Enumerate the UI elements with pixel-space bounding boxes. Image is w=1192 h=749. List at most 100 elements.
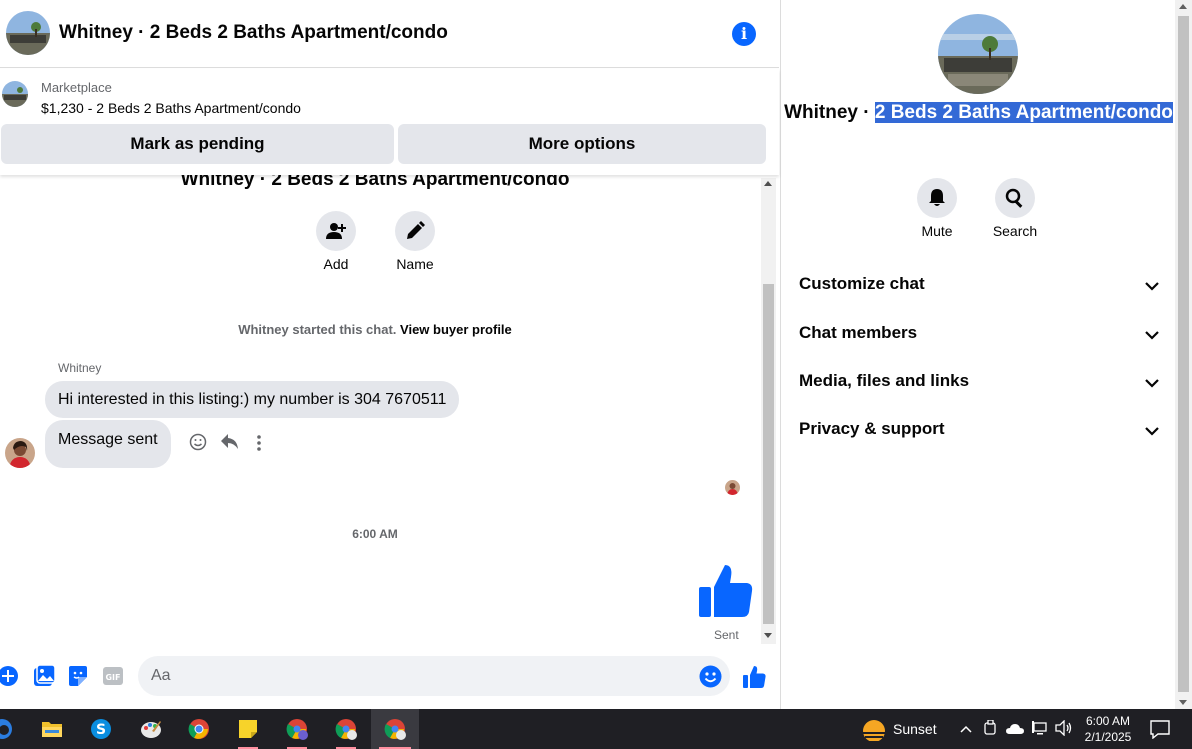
- like-button-icon[interactable]: [742, 665, 766, 694]
- taskbar-chrome-profile-3-active[interactable]: [371, 709, 419, 749]
- more-options-button[interactable]: More options: [398, 124, 766, 164]
- plus-icon[interactable]: [0, 665, 20, 692]
- windows-taskbar: S Sunset 6:00 AM 2/1/2025: [0, 709, 1192, 749]
- listing-price-title[interactable]: $1,230 - 2 Beds 2 Baths Apartment/condo: [41, 100, 301, 116]
- message-timestamp: 6:00 AM: [352, 527, 398, 541]
- teams-meet-icon[interactable]: [984, 719, 998, 741]
- search-label: Search: [992, 223, 1038, 239]
- panel-title: Whitney · 2 Beds 2 Baths Apartment/condo: [781, 102, 1176, 124]
- weather-label: Sunset: [893, 721, 937, 737]
- search-button[interactable]: [995, 178, 1035, 218]
- taskbar-file-explorer[interactable]: [28, 709, 76, 749]
- chrome-icon: [335, 719, 357, 740]
- thread-scrollbar[interactable]: [761, 178, 776, 644]
- network-icon[interactable]: [1031, 720, 1047, 741]
- add-people-button[interactable]: [316, 211, 356, 251]
- page-scroll-down-arrow[interactable]: [1179, 700, 1187, 705]
- clock-time: 6:00 AM: [1085, 714, 1131, 728]
- sunset-icon: [862, 720, 886, 742]
- section-media-files-links[interactable]: Media, files and links: [799, 367, 1161, 397]
- add-label: Add: [323, 256, 349, 272]
- view-buyer-profile-link[interactable]: View buyer profile: [400, 322, 512, 337]
- notification-center-icon[interactable]: [1150, 719, 1170, 744]
- chrome-icon: [384, 719, 406, 740]
- page-scroll-up-arrow[interactable]: [1179, 4, 1187, 9]
- seen-by-avatar: [725, 480, 740, 495]
- chrome-icon: [286, 719, 308, 740]
- name-label: Name: [396, 256, 434, 272]
- message-bubble[interactable]: Hi interested in this listing:) my numbe…: [45, 381, 460, 418]
- chat-header: Whitney · 2 Beds 2 Baths Apartment/condo…: [0, 0, 779, 68]
- mark-as-pending-button[interactable]: Mark as pending: [1, 124, 394, 164]
- sender-name: Whitney: [58, 361, 102, 375]
- section-customize-chat[interactable]: Customize chat: [799, 270, 1161, 300]
- taskbar-sticky-notes[interactable]: [224, 709, 272, 749]
- volume-icon[interactable]: [1055, 719, 1073, 741]
- section-chat-members[interactable]: Chat members: [799, 319, 1161, 349]
- taskbar-edge-app[interactable]: [0, 709, 26, 749]
- marketplace-bar: Marketplace $1,230 - 2 Beds 2 Baths Apar…: [0, 69, 779, 175]
- chevron-down-icon: [1145, 375, 1159, 393]
- listing-thumbnail[interactable]: [2, 81, 28, 107]
- taskbar-paint[interactable]: [127, 709, 175, 749]
- more-icon[interactable]: [256, 435, 262, 456]
- sent-status: Sent: [714, 628, 739, 642]
- name-chat-button[interactable]: [395, 211, 435, 251]
- taskbar-chrome-profile-2[interactable]: [322, 709, 370, 749]
- paint-palette-icon: [141, 721, 161, 738]
- search-icon: [1005, 188, 1023, 208]
- taskbar-chrome[interactable]: [175, 709, 223, 749]
- pencil-icon: [407, 221, 425, 239]
- scroll-thumb[interactable]: [763, 284, 774, 624]
- svg-text:GIF: GIF: [105, 673, 120, 682]
- section-label: Media, files and links: [799, 371, 970, 390]
- sender-avatar[interactable]: [5, 438, 35, 468]
- taskbar-skype[interactable]: S: [77, 709, 125, 749]
- taskbar-chrome-profile-1[interactable]: [273, 709, 321, 749]
- listing-avatar[interactable]: [6, 11, 50, 55]
- thumbs-up-sticker-icon[interactable]: [697, 563, 753, 624]
- chat-title[interactable]: Whitney · 2 Beds 2 Baths Apartment/condo: [59, 22, 448, 44]
- weather-widget[interactable]: Sunset: [860, 717, 937, 742]
- info-icon[interactable]: i: [732, 22, 756, 46]
- onedrive-icon[interactable]: [1006, 722, 1024, 740]
- chat-pane: Whitney · 2 Beds 2 Baths Apartment/condo…: [0, 0, 779, 709]
- sticky-notes-icon: [239, 720, 257, 738]
- scroll-up-arrow[interactable]: [764, 181, 772, 186]
- clock-date: 2/1/2025: [1084, 730, 1132, 744]
- message-input[interactable]: [138, 656, 730, 696]
- folder-icon: [42, 722, 62, 737]
- react-icon[interactable]: [189, 433, 207, 456]
- mute-button[interactable]: [917, 178, 957, 218]
- gif-icon[interactable]: GIF: [102, 665, 124, 692]
- section-label: Privacy & support: [799, 419, 945, 438]
- chat-started-notice: Whitney started this chat. View buyer pr…: [0, 322, 750, 337]
- composer: GIF: [0, 649, 779, 705]
- photo-icon[interactable]: [33, 664, 56, 692]
- started-text: Whitney started this chat.: [238, 322, 397, 337]
- clock[interactable]: 6:00 AM 2/1/2025: [1078, 713, 1138, 745]
- section-privacy-support[interactable]: Privacy & support: [799, 415, 1161, 445]
- message-bubble[interactable]: Message sent: [45, 420, 171, 468]
- mute-label: Mute: [921, 223, 953, 239]
- chat-info-panel: Whitney · 2 Beds 2 Baths Apartment/condo…: [780, 0, 1175, 709]
- chevron-up-icon[interactable]: [959, 722, 973, 741]
- svg-text:S: S: [96, 722, 106, 738]
- scroll-down-arrow[interactable]: [764, 633, 772, 638]
- emoji-icon[interactable]: [699, 665, 722, 693]
- page-scroll-thumb[interactable]: [1178, 16, 1189, 692]
- message-thread: Whitney · 2 Beds 2 Baths Apartment/condo…: [0, 175, 760, 645]
- section-label: Customize chat: [799, 274, 925, 293]
- page-scrollbar[interactable]: [1175, 0, 1192, 709]
- skype-icon: S: [91, 719, 111, 739]
- reply-icon[interactable]: [220, 433, 239, 455]
- section-label: Chat members: [799, 323, 918, 342]
- bell-icon: [929, 189, 945, 206]
- app-icon: [0, 719, 12, 739]
- sticker-icon[interactable]: [67, 665, 89, 692]
- listing-avatar-large[interactable]: [938, 14, 1018, 94]
- marketplace-label: Marketplace: [41, 80, 112, 95]
- panel-title-plain: Whitney ·: [784, 102, 875, 123]
- add-person-icon: [326, 223, 346, 239]
- thread-title: Whitney · 2 Beds 2 Baths Apartment/condo: [180, 175, 570, 190]
